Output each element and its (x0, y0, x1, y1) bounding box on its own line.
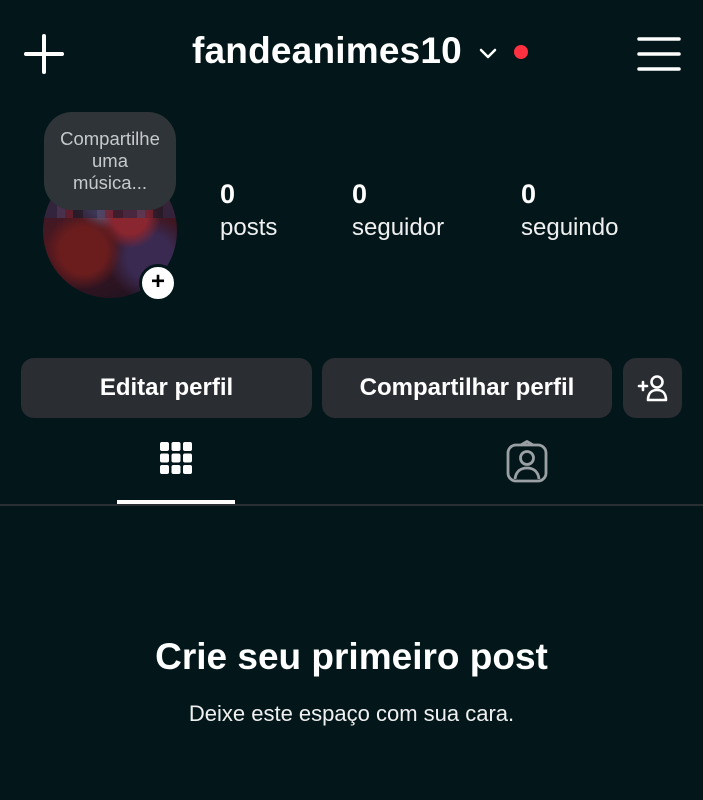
stat-followers[interactable]: 0 seguidor (352, 178, 444, 242)
tab-posts-grid[interactable] (117, 432, 235, 504)
stat-following[interactable]: 0 seguindo (521, 178, 618, 242)
stat-label: seguindo (521, 214, 619, 241)
profile-screen: fandeanimes10 Compartilhe uma música... … (0, 0, 703, 800)
plus-icon[interactable] (22, 32, 66, 76)
empty-state-title: Crie seu primeiro post (155, 636, 548, 677)
username: fandeanimes10 (192, 30, 462, 71)
tab-tagged[interactable] (468, 432, 586, 504)
stat-posts[interactable]: 0 posts (220, 178, 277, 242)
add-story-button[interactable]: + (139, 264, 177, 302)
stat-label: seguidor (352, 214, 445, 241)
edit-profile-button[interactable]: Editar perfil (21, 358, 312, 418)
tabs-divider (0, 504, 703, 506)
add-person-icon (637, 375, 667, 402)
share-profile-button[interactable]: Compartilhar perfil (322, 358, 612, 418)
stat-value: 0 (352, 179, 368, 209)
stat-value: 0 (220, 179, 236, 209)
note-text: Compartilhe uma música... (60, 128, 160, 193)
chevron-down-icon (479, 48, 497, 59)
stat-label: posts (220, 214, 278, 241)
tagged-person-icon (506, 440, 548, 483)
hamburger-menu-icon[interactable] (636, 34, 682, 74)
stat-value: 0 (521, 179, 537, 209)
notification-dot (513, 45, 528, 59)
account-switcher[interactable]: fandeanimes10 (192, 30, 528, 72)
plus-icon: + (150, 268, 165, 295)
grid-icon (160, 442, 192, 474)
discover-people-button[interactable] (623, 358, 682, 418)
note-bubble[interactable]: Compartilhe uma música... (44, 112, 176, 210)
empty-state-subtitle: Deixe este espaço com sua cara. (188, 701, 515, 726)
